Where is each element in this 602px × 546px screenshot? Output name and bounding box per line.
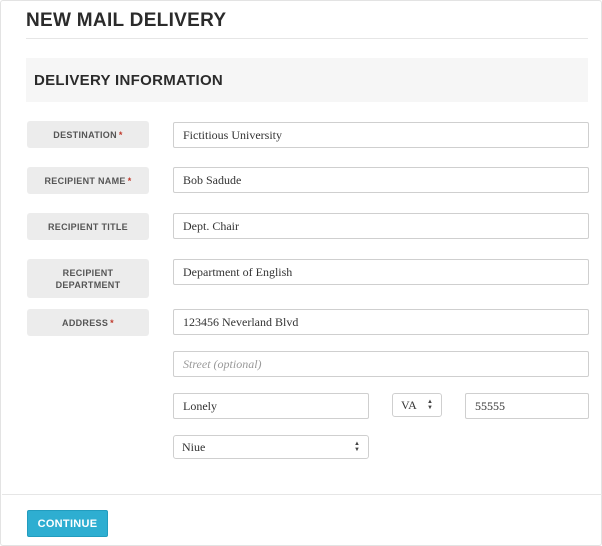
- street-address-input[interactable]: 123456 Neverland Blvd: [173, 309, 589, 335]
- title-divider: [26, 38, 588, 39]
- street-optional-input[interactable]: Street (optional): [173, 351, 589, 377]
- section-title: DELIVERY INFORMATION: [34, 72, 224, 89]
- recipient-title-label: RECIPIENT TITLE: [27, 213, 149, 240]
- destination-input[interactable]: Fictitious University: [173, 122, 589, 148]
- footer-divider: [2, 494, 602, 495]
- mail-delivery-panel: NEW MAIL DELIVERY DELIVERY INFORMATION D…: [0, 0, 602, 546]
- address-label: ADDRESS *: [27, 309, 149, 336]
- continue-button[interactable]: CONTINUE: [27, 510, 108, 537]
- country-select[interactable]: Niue ▲ ▼: [173, 435, 369, 459]
- select-arrows-icon: ▲ ▼: [427, 399, 433, 411]
- required-marker: *: [118, 129, 123, 140]
- section-header: DELIVERY INFORMATION: [26, 58, 588, 102]
- state-select[interactable]: VA ▲ ▼: [392, 393, 442, 417]
- zip-input[interactable]: 55555: [465, 393, 589, 419]
- required-marker: *: [110, 317, 114, 328]
- recipient-title-input[interactable]: Dept. Chair: [173, 213, 589, 239]
- recipient-name-input[interactable]: Bob Sadude: [173, 167, 589, 193]
- destination-label: DESTINATION *: [27, 121, 149, 148]
- recipient-department-label: RECIPIENT DEPARTMENT: [27, 259, 149, 298]
- select-arrows-icon: ▲ ▼: [354, 441, 360, 453]
- recipient-department-input[interactable]: Department of English: [173, 259, 589, 285]
- recipient-name-label: RECIPIENT NAME *: [27, 167, 149, 194]
- page-title: NEW MAIL DELIVERY: [26, 10, 227, 31]
- required-marker: *: [127, 175, 132, 186]
- city-input[interactable]: Lonely: [173, 393, 369, 419]
